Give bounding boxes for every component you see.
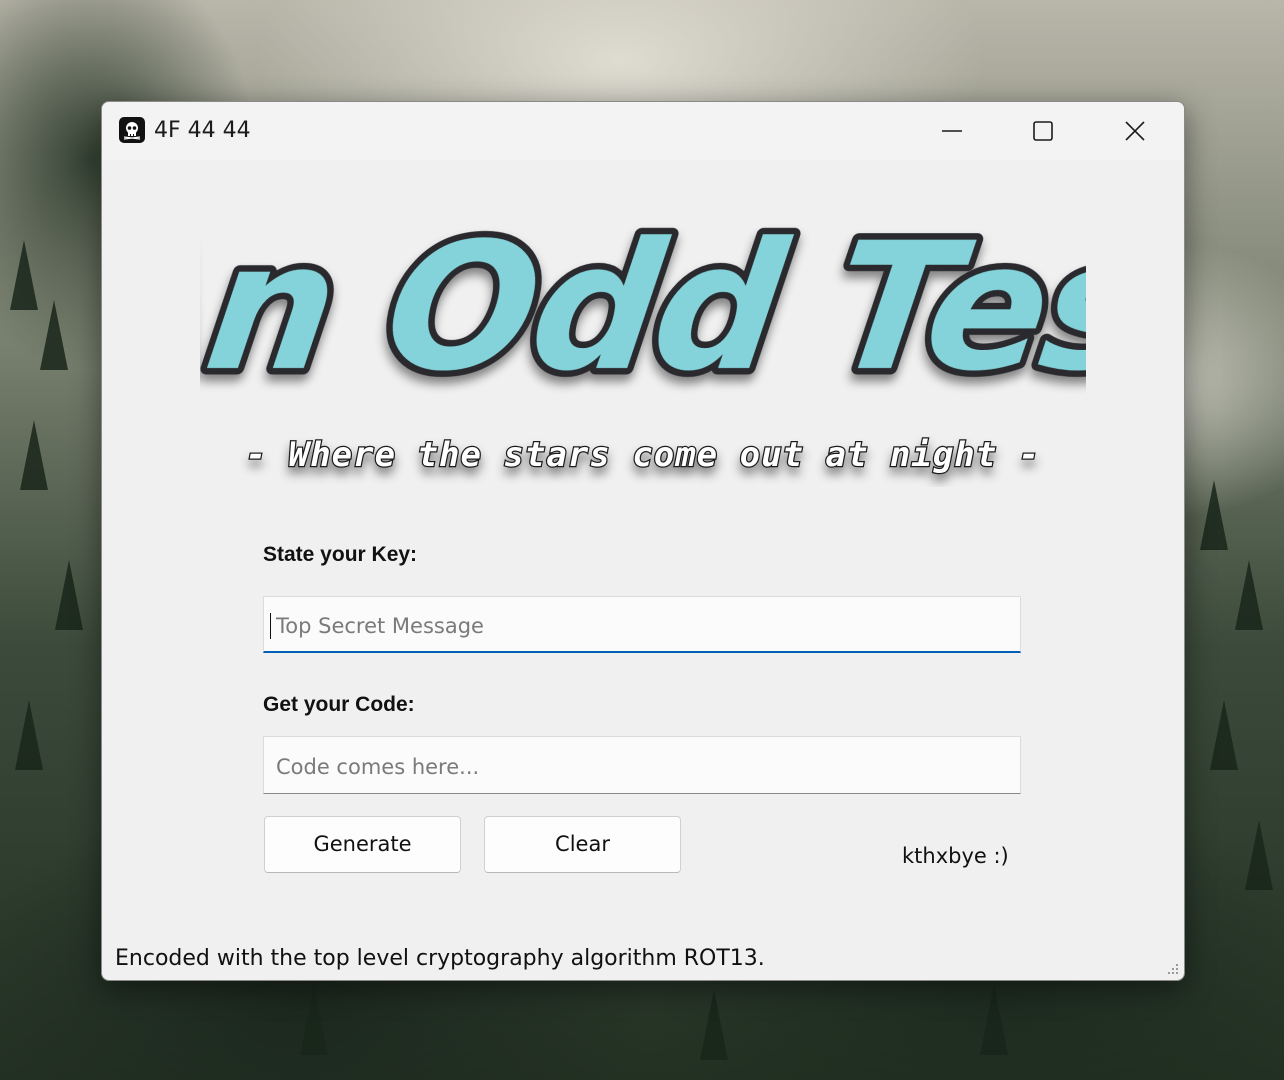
app-window: 4F 44 44 An Odd Test - Where the stars c… xyxy=(101,101,1185,981)
code-label: Get your Code: xyxy=(263,693,415,716)
close-icon xyxy=(1125,121,1145,141)
text-caret xyxy=(270,613,271,639)
logo-subtitle: - Where the stars come out at night - xyxy=(246,435,1040,475)
app-logo: An Odd Test - Where the stars come out a… xyxy=(200,198,1086,476)
tree-silhouette xyxy=(300,985,328,1055)
tree-silhouette xyxy=(40,300,68,370)
tree-silhouette xyxy=(20,420,48,490)
tree-silhouette xyxy=(1235,560,1263,630)
skull-icon xyxy=(119,117,145,143)
maximize-button[interactable] xyxy=(997,102,1089,160)
logo-title: An Odd Test xyxy=(200,205,1086,410)
close-button[interactable] xyxy=(1089,102,1181,160)
window-title: 4F 44 44 xyxy=(154,118,251,143)
tree-silhouette xyxy=(700,990,728,1060)
code-output-field[interactable]: Code comes here... xyxy=(263,736,1021,794)
tree-silhouette xyxy=(15,700,43,770)
clear-button[interactable]: Clear xyxy=(484,816,681,873)
status-bar-text: Encoded with the top level cryptography … xyxy=(115,946,765,971)
minimize-icon xyxy=(942,130,962,132)
kthxbye-label: kthxbye :) xyxy=(902,844,1009,868)
maximize-icon xyxy=(1033,121,1053,141)
key-label: State your Key: xyxy=(263,543,418,566)
minimize-button[interactable] xyxy=(906,102,998,160)
tree-silhouette xyxy=(10,240,38,310)
key-input-placeholder: Top Secret Message xyxy=(276,614,484,638)
tree-silhouette xyxy=(1200,480,1228,550)
resize-grip-icon[interactable] xyxy=(1164,960,1180,976)
tree-silhouette xyxy=(55,560,83,630)
tree-silhouette xyxy=(980,985,1008,1055)
generate-button[interactable]: Generate xyxy=(264,816,461,873)
key-input[interactable]: Top Secret Message xyxy=(263,596,1021,653)
tree-silhouette xyxy=(1245,820,1273,890)
tree-silhouette xyxy=(1210,700,1238,770)
title-bar[interactable]: 4F 44 44 xyxy=(102,102,1184,160)
code-field-placeholder: Code comes here... xyxy=(276,755,480,779)
